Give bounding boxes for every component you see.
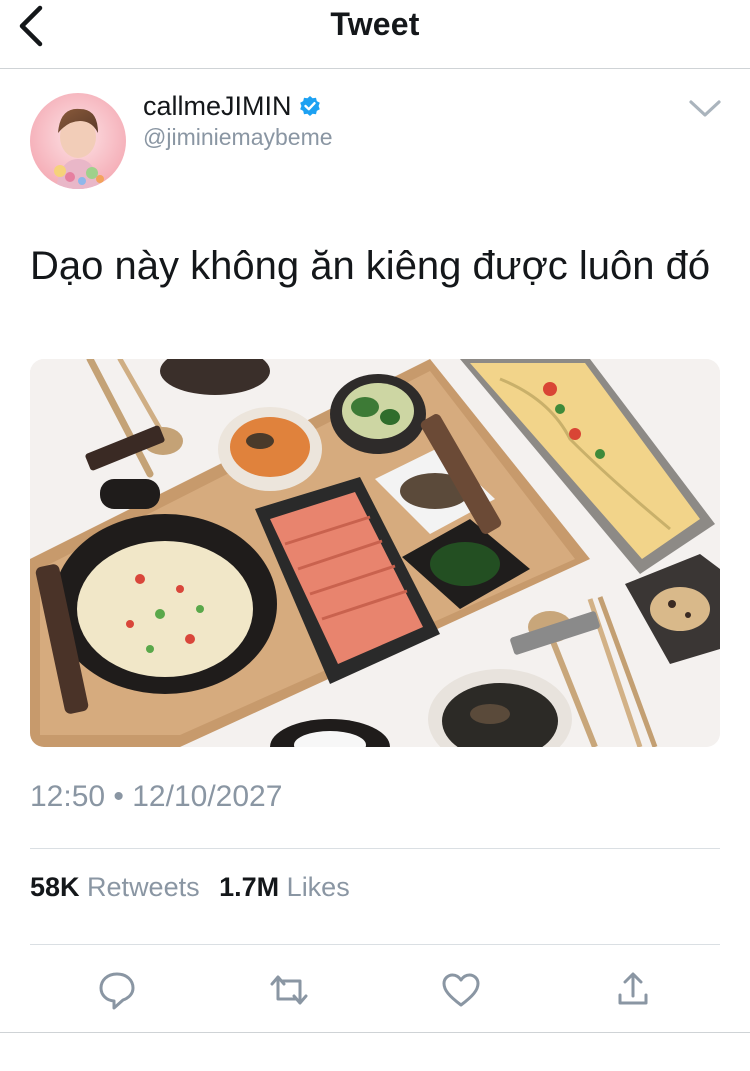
retweet-icon [270, 975, 308, 1005]
top-nav-bar: Tweet [0, 0, 750, 69]
retweets-count: 58K [30, 872, 80, 902]
retweet-button[interactable] [264, 965, 314, 1015]
more-options-button[interactable] [686, 94, 724, 124]
chevron-down-icon [689, 100, 721, 117]
page-title: Tweet [330, 6, 420, 42]
tweet-action-bar [0, 965, 750, 1015]
share-button[interactable] [608, 965, 658, 1015]
tweet-text: Dạo này không ăn kiêng được luôn đó [30, 244, 711, 288]
avatar[interactable] [30, 93, 126, 189]
likes-count: 1.7M [219, 872, 280, 902]
reply-icon [99, 972, 135, 1010]
tweet-timestamp: 12:50 • 12/10/2027 [30, 780, 283, 813]
likes-label: Likes [286, 872, 350, 902]
reply-button[interactable] [92, 965, 142, 1015]
author-display-name[interactable]: callmeJIMIN [143, 91, 322, 122]
author-handle[interactable]: @jiminiemaybeme [143, 124, 333, 151]
tweet-photo[interactable] [30, 359, 720, 747]
author-name-text: callmeJIMIN [143, 91, 292, 121]
divider [30, 848, 720, 849]
likes-stat[interactable]: 1.7M Likes [219, 872, 362, 902]
divider [30, 944, 720, 945]
verified-badge-icon [299, 95, 320, 116]
share-icon [618, 972, 648, 1005]
retweets-label: Retweets [87, 872, 200, 902]
tweet-stats: 58K Retweets 1.7M Likes [30, 872, 362, 903]
retweets-stat[interactable]: 58K Retweets [30, 872, 219, 902]
like-button[interactable] [436, 965, 486, 1015]
divider [0, 1032, 750, 1033]
like-icon [442, 973, 480, 1007]
